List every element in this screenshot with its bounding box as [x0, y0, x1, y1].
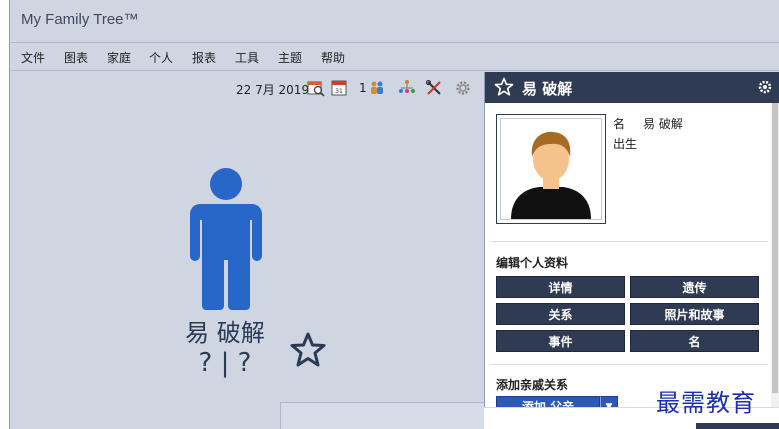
- chart-empty-box: [280, 402, 490, 429]
- names-button[interactable]: 名: [630, 330, 759, 352]
- person-name[interactable]: 易 破解: [170, 313, 280, 348]
- panel-divider-2: [490, 364, 768, 365]
- person-figure-icon[interactable]: [188, 168, 264, 310]
- favorite-star-icon[interactable]: [289, 331, 327, 369]
- menu-person[interactable]: 个人: [149, 49, 173, 66]
- menu-family[interactable]: 家庭: [107, 49, 131, 66]
- person-dates: ? | ?: [198, 348, 252, 378]
- events-button[interactable]: 事件: [496, 330, 625, 352]
- photo-frame: [500, 118, 602, 220]
- family-tree-icon[interactable]: [398, 79, 416, 97]
- person-photo[interactable]: [496, 114, 606, 224]
- app-window: My Family Tree™ 文件 图表 家庭 个人 报表 工具 主题 帮助 …: [0, 0, 779, 429]
- menu-reports[interactable]: 报表: [192, 49, 216, 66]
- photos-stories-button[interactable]: 照片和故事: [630, 303, 759, 325]
- panel-person-name: 易 破解: [522, 80, 573, 98]
- fact-label-name: 名: [613, 117, 626, 131]
- relationships-button[interactable]: 关系: [496, 303, 625, 325]
- scroll-thumb[interactable]: [772, 103, 778, 393]
- edit-section-title: 编辑个人资料: [496, 256, 569, 270]
- menu-theme[interactable]: 主题: [278, 49, 302, 66]
- people-group-icon[interactable]: [368, 79, 386, 97]
- menu-help[interactable]: 帮助: [321, 49, 345, 66]
- header-star-icon[interactable]: [494, 77, 514, 97]
- menu-chart[interactable]: 图表: [64, 49, 88, 66]
- window-left-edge: [0, 0, 10, 429]
- genetics-button[interactable]: 遗传: [630, 276, 759, 298]
- panel-bottom-button[interactable]: [696, 423, 779, 429]
- menu-bar: 文件 图表 家庭 个人 报表 工具 主题 帮助: [11, 44, 779, 71]
- settings-gear-icon[interactable]: [454, 79, 472, 97]
- add-relative-section-title: 添加亲戚关系: [496, 378, 569, 392]
- app-title: My Family Tree™: [21, 11, 139, 28]
- people-count: 1: [359, 81, 367, 95]
- panel-settings-icon[interactable]: [757, 79, 773, 95]
- panel-divider: [490, 241, 768, 242]
- calendar-icon[interactable]: 31: [330, 79, 348, 97]
- fact-value-name: 易 破解: [643, 117, 683, 131]
- svg-text:31: 31: [335, 88, 343, 95]
- watermark-text: 最需教育: [656, 389, 756, 417]
- fact-label-birth: 出生: [613, 137, 638, 151]
- menu-tools[interactable]: 工具: [235, 49, 259, 66]
- menu-file[interactable]: 文件: [21, 49, 45, 66]
- tools-icon[interactable]: [425, 79, 443, 97]
- panel-scrollbar[interactable]: [771, 103, 779, 407]
- calendar-search-icon[interactable]: [307, 79, 325, 97]
- person-panel: 易 破解 名 易 破解 出生 编辑个人资料 详情 遗传 关系 照片和故事 事件 …: [484, 72, 779, 429]
- title-bar: My Family Tree™: [11, 0, 779, 43]
- details-button[interactable]: 详情: [496, 276, 625, 298]
- avatar-icon: [511, 131, 591, 219]
- current-date: 22 7月 2019: [236, 83, 310, 97]
- panel-header: 易 破解: [485, 72, 779, 103]
